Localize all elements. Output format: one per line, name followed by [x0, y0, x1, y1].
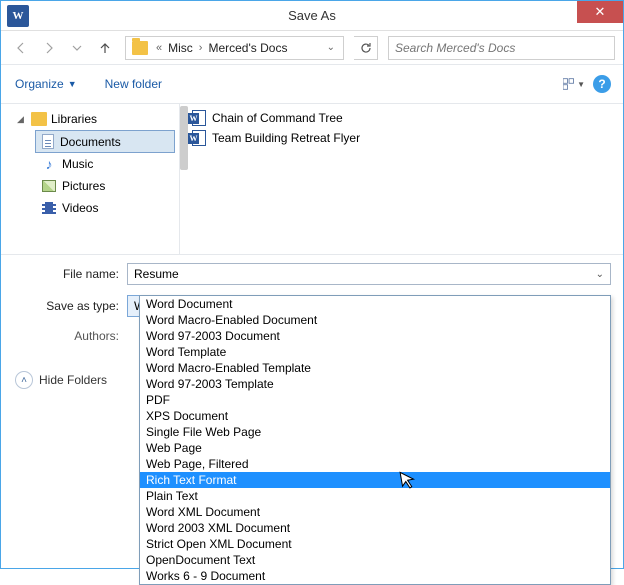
new-folder-button[interactable]: New folder [105, 77, 162, 91]
browser-body: ◢ Libraries Documents ♪ Music Pictures [1, 103, 623, 255]
refresh-button[interactable] [354, 36, 378, 60]
filetype-option[interactable]: Word 2003 XML Document [140, 520, 610, 536]
tree-videos[interactable]: Videos [35, 197, 175, 219]
arrow-up-icon [98, 41, 112, 55]
search-input[interactable] [395, 41, 608, 55]
save-as-type-label: Save as type: [13, 299, 127, 313]
chevron-down-icon[interactable]: ⌄ [596, 269, 604, 280]
folder-icon [132, 41, 148, 55]
word-app-icon: W [7, 5, 29, 27]
libraries-icon [31, 112, 47, 126]
window-title: Save As [1, 8, 623, 23]
breadcrumb-dropdown[interactable]: ⌄ [321, 42, 341, 53]
toolbar-right: ▼ ? [563, 74, 611, 94]
music-icon: ♪ [42, 157, 56, 171]
organize-label: Organize [15, 77, 64, 91]
titlebar: W Save As ✕ [1, 1, 623, 31]
filetype-option[interactable]: Plain Text [140, 488, 610, 504]
tree-label-documents: Documents [60, 135, 121, 149]
filetype-option-selected[interactable]: Rich Text Format [140, 472, 610, 488]
toolbar: Organize ▼ New folder ▼ ? [1, 65, 623, 103]
arrow-left-icon [14, 41, 28, 55]
address-bar-row: « Misc › Merced's Docs ⌄ [1, 31, 623, 65]
tree-documents[interactable]: Documents [35, 130, 175, 153]
filetype-option[interactable]: Web Page [140, 440, 610, 456]
view-icon [563, 77, 575, 91]
tree-libraries[interactable]: ◢ Libraries [5, 110, 175, 128]
file-name-label: File name: [13, 267, 127, 281]
expand-toggle-icon[interactable]: ◢ [17, 114, 27, 125]
tree-label-libraries: Libraries [51, 112, 97, 126]
filetype-option[interactable]: Works 6 - 9 Document [140, 568, 610, 584]
word-doc-icon [192, 110, 206, 126]
filetype-option[interactable]: Strict Open XML Document [140, 536, 610, 552]
tree-children: Documents ♪ Music Pictures Videos [5, 130, 175, 219]
close-button[interactable]: ✕ [577, 1, 623, 23]
chevron-up-icon: ˄ [15, 371, 33, 389]
tree-pictures[interactable]: Pictures [35, 175, 175, 197]
filetype-option[interactable]: XPS Document [140, 408, 610, 424]
file-name: Chain of Command Tree [212, 111, 343, 125]
file-list: Chain of Command Tree Team Building Retr… [180, 104, 623, 254]
search-box[interactable] [388, 36, 615, 60]
breadcrumb-bar[interactable]: « Misc › Merced's Docs ⌄ [125, 36, 344, 60]
organize-menu[interactable]: Organize ▼ [15, 77, 77, 91]
tree-music[interactable]: ♪ Music [35, 153, 175, 175]
recent-locations-button[interactable] [65, 36, 89, 60]
filetype-option[interactable]: PDF [140, 392, 610, 408]
up-button[interactable] [93, 36, 117, 60]
filetype-option[interactable]: Word Document [140, 296, 610, 312]
arrow-right-icon [42, 41, 56, 55]
file-item[interactable]: Chain of Command Tree [188, 108, 615, 128]
navpane-scrollbar[interactable] [180, 106, 188, 170]
file-name-input[interactable] [134, 267, 581, 281]
help-button[interactable]: ? [593, 75, 611, 93]
hide-folders-label: Hide Folders [39, 373, 107, 387]
videos-icon [42, 202, 56, 214]
filetype-option[interactable]: Word 97-2003 Document [140, 328, 610, 344]
chevron-down-icon: ▼ [68, 79, 77, 89]
save-as-dialog: W Save As ✕ « Misc › Merced's Docs ⌄ [0, 0, 624, 569]
new-folder-label: New folder [105, 77, 162, 91]
documents-icon [42, 134, 54, 149]
chevron-down-icon: ▼ [577, 80, 585, 89]
filetype-option[interactable]: Word Template [140, 344, 610, 360]
forward-button[interactable] [37, 36, 61, 60]
filetype-option[interactable]: Word Macro-Enabled Document [140, 312, 610, 328]
filetype-option[interactable]: Web Page, Filtered [140, 456, 610, 472]
filetype-option[interactable]: Word XML Document [140, 504, 610, 520]
save-as-type-options: Word Document Word Macro-Enabled Documen… [139, 295, 611, 585]
file-item[interactable]: Team Building Retreat Flyer [188, 128, 615, 148]
breadcrumb-seg-misc[interactable]: Misc [166, 41, 195, 55]
tree-label-videos: Videos [62, 201, 98, 215]
chevron-right-icon: › [195, 42, 207, 54]
tree-label-pictures: Pictures [62, 179, 105, 193]
tree-label-music: Music [62, 157, 93, 171]
authors-label: Authors: [13, 327, 127, 343]
filetype-option[interactable]: Word Macro-Enabled Template [140, 360, 610, 376]
navigation-pane: ◢ Libraries Documents ♪ Music Pictures [1, 104, 179, 254]
word-doc-icon [192, 130, 206, 146]
refresh-icon [359, 41, 373, 55]
breadcrumb-overflow[interactable]: « [152, 42, 166, 54]
filetype-option[interactable]: Single File Web Page [140, 424, 610, 440]
pictures-icon [42, 180, 56, 192]
filetype-option[interactable]: Word 97-2003 Template [140, 376, 610, 392]
file-name-field-wrap[interactable]: ⌄ [127, 263, 611, 285]
chevron-down-icon [72, 43, 82, 53]
file-name: Team Building Retreat Flyer [212, 131, 360, 145]
change-view-button[interactable]: ▼ [563, 74, 585, 94]
file-name-row: File name: ⌄ [13, 263, 611, 285]
breadcrumb-seg-merceds-docs[interactable]: Merced's Docs [206, 41, 289, 55]
back-button[interactable] [9, 36, 33, 60]
filetype-option[interactable]: OpenDocument Text [140, 552, 610, 568]
